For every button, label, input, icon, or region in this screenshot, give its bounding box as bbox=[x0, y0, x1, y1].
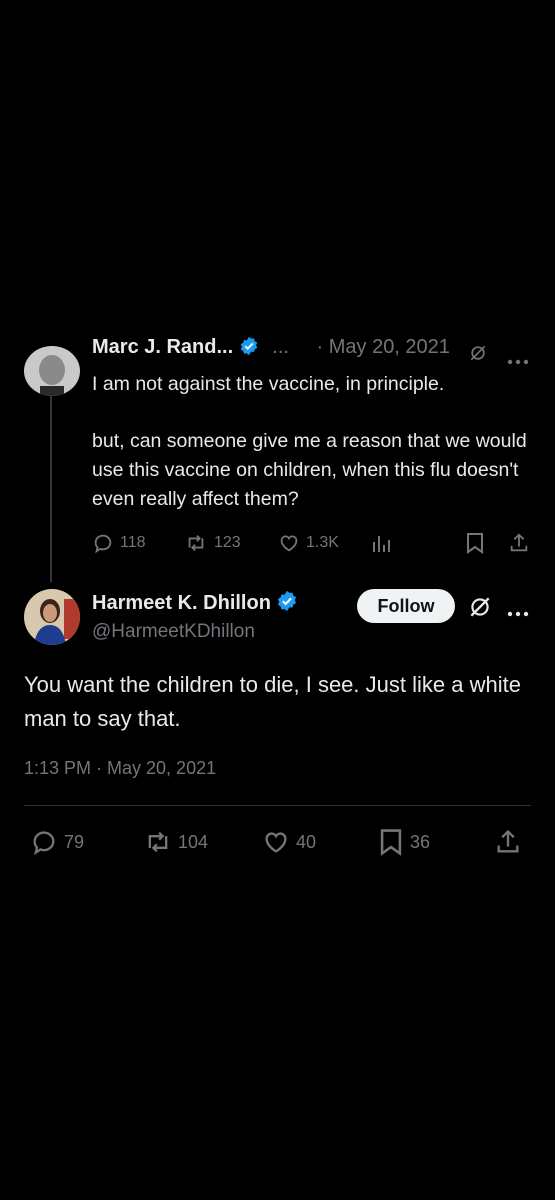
grok-icon[interactable] bbox=[468, 343, 488, 368]
main-repost-count: 104 bbox=[178, 831, 209, 852]
divider bbox=[24, 805, 531, 806]
main-reply-button[interactable]: 79 bbox=[30, 828, 84, 856]
reply-icon bbox=[94, 534, 112, 554]
main-author-name-text: Harmeet K. Dhillon bbox=[92, 592, 271, 614]
reply-text-line-2: but, can someone give me a reason that w… bbox=[92, 430, 527, 510]
bookmark-icon bbox=[380, 829, 402, 856]
reply-icon bbox=[33, 831, 55, 856]
verified-badge-icon bbox=[239, 336, 259, 362]
repost-icon bbox=[188, 535, 204, 551]
reply-avatar[interactable] bbox=[24, 346, 80, 396]
main-reply-count: 79 bbox=[64, 831, 85, 852]
main-handle[interactable]: @HarmeetKDhillon bbox=[92, 621, 255, 643]
main-like-button[interactable]: 40 bbox=[262, 828, 316, 856]
follow-button[interactable]: Follow bbox=[357, 589, 455, 623]
main-like-count: 40 bbox=[296, 831, 317, 852]
reply-like-button[interactable]: 1.3K bbox=[278, 532, 339, 554]
main-repost-button[interactable]: 104 bbox=[144, 828, 208, 856]
main-avatar[interactable] bbox=[24, 589, 80, 645]
main-action-bar: 79 104 40 36 bbox=[24, 826, 531, 858]
verified-badge-icon bbox=[276, 590, 298, 618]
main-tweet-text: You want the children to die, I see. Jus… bbox=[24, 672, 521, 731]
like-icon bbox=[280, 535, 298, 552]
reply-handle-truncated: ... bbox=[272, 336, 289, 358]
like-icon bbox=[265, 832, 287, 853]
reply-action-bar: 118 123 1.3K bbox=[92, 530, 532, 558]
main-author-name[interactable]: Harmeet K. Dhillon bbox=[92, 590, 298, 618]
main-timestamp[interactable]: 1:13 PM · May 20, 2021 bbox=[24, 758, 216, 779]
main-bookmark-button[interactable]: 36 bbox=[378, 828, 430, 856]
reply-text: I am not against the vaccine, in princip… bbox=[92, 370, 532, 514]
main-share-button[interactable] bbox=[494, 828, 522, 856]
reply-share-button[interactable] bbox=[508, 532, 530, 554]
reply-date[interactable]: · May 20, 2021 bbox=[317, 336, 450, 358]
reply-views-button[interactable] bbox=[372, 532, 392, 554]
views-icon bbox=[373, 536, 390, 552]
grok-icon[interactable] bbox=[467, 594, 493, 625]
reply-reply-count: 118 bbox=[120, 534, 146, 551]
main-bookmark-count: 36 bbox=[410, 831, 431, 852]
reply-reply-button[interactable]: 118 bbox=[92, 532, 146, 554]
reply-text-line-1: I am not against the vaccine, in princip… bbox=[92, 373, 445, 395]
reply-like-count: 1.3K bbox=[306, 534, 339, 551]
share-icon bbox=[497, 829, 519, 853]
bookmark-icon bbox=[467, 533, 483, 554]
thread-line bbox=[50, 396, 52, 582]
reply-author-name[interactable]: Marc J. Rand... bbox=[92, 336, 233, 358]
reply-more-icon[interactable] bbox=[507, 352, 529, 370]
share-icon bbox=[510, 533, 528, 552]
repost-icon bbox=[148, 831, 168, 853]
reply-repost-button[interactable]: 123 bbox=[184, 532, 241, 554]
main-more-icon[interactable] bbox=[507, 604, 529, 622]
reply-repost-count: 123 bbox=[214, 534, 241, 551]
reply-bookmark-button[interactable] bbox=[465, 532, 485, 554]
